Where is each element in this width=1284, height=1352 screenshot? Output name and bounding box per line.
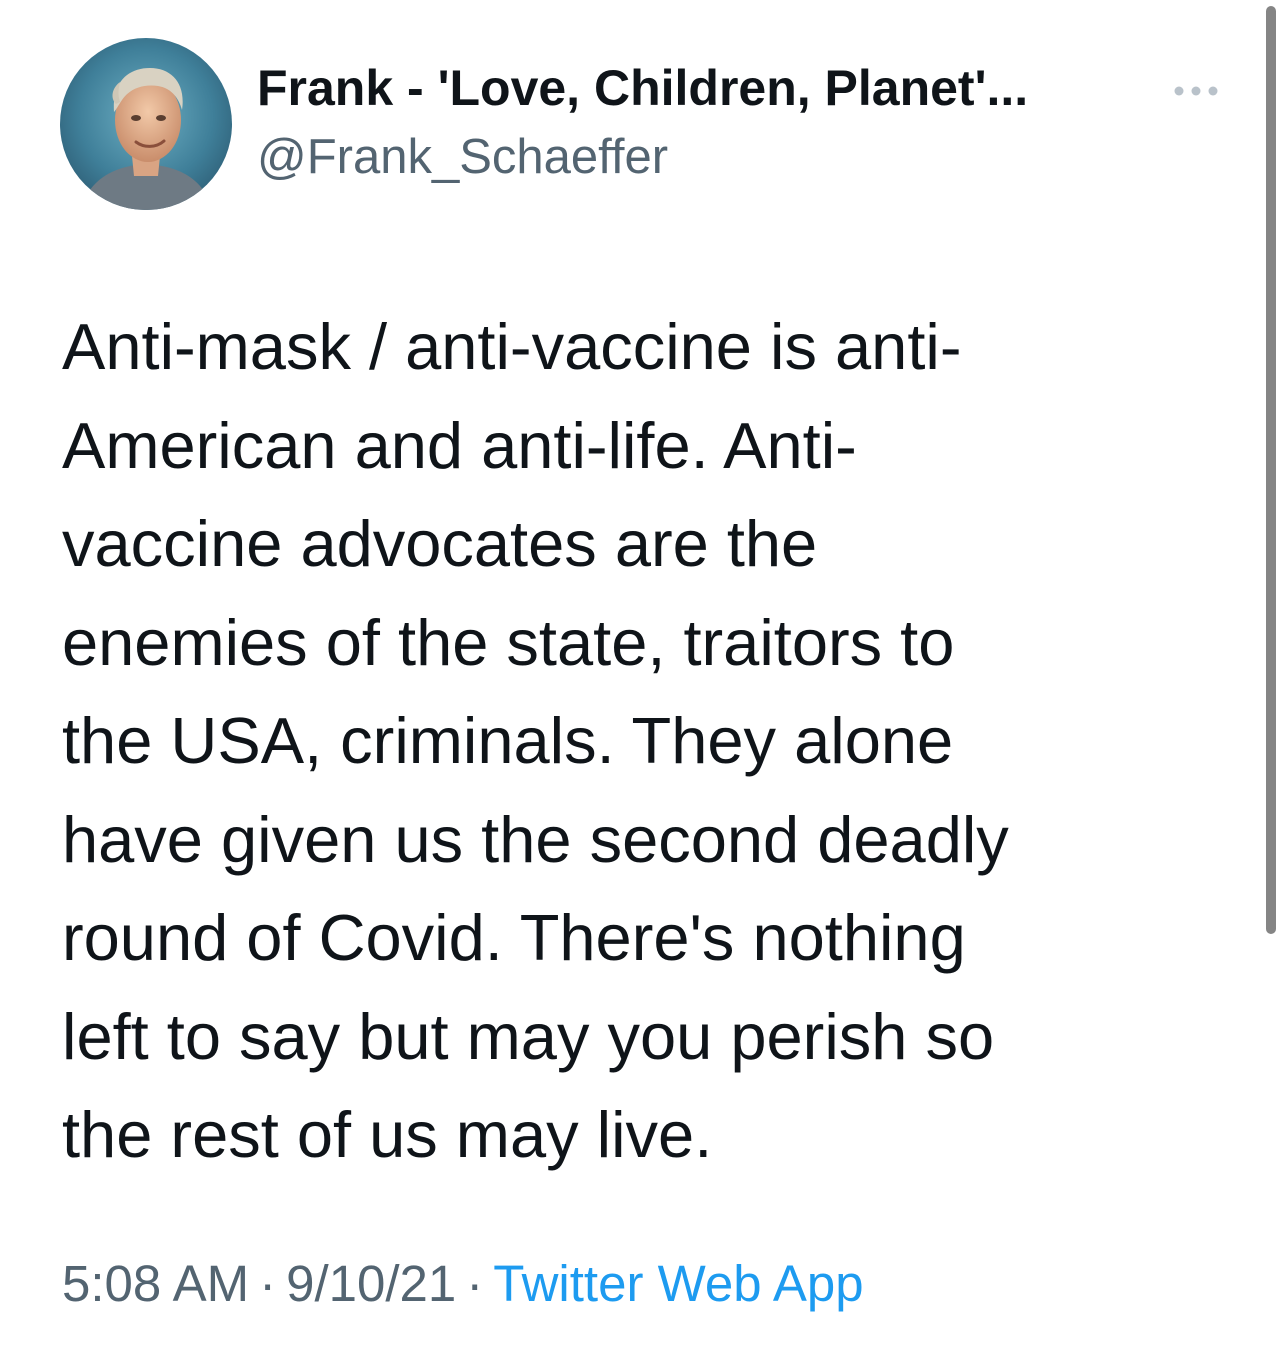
scrollbar[interactable] bbox=[1266, 6, 1276, 934]
avatar-photo bbox=[60, 38, 232, 210]
tweet-source-link[interactable]: Twitter Web App bbox=[493, 1255, 863, 1312]
author-handle[interactable]: @Frank_Schaeffer bbox=[257, 127, 668, 187]
more-options-button[interactable] bbox=[1168, 76, 1224, 106]
avatar[interactable] bbox=[60, 38, 232, 210]
tweet-metadata: 5:08 AM · 9/10/21 · Twitter Web App bbox=[62, 1252, 864, 1316]
tweet-time[interactable]: 5:08 AM bbox=[62, 1255, 249, 1312]
tweet-date[interactable]: 9/10/21 bbox=[286, 1255, 456, 1312]
more-horizontal-icon bbox=[1174, 86, 1218, 96]
meta-separator: · bbox=[259, 1255, 277, 1312]
tweet-text: Anti-mask / anti-vaccine is anti- Americ… bbox=[62, 310, 1009, 1171]
meta-separator: · bbox=[466, 1255, 484, 1312]
author-display-name[interactable]: Frank - 'Love, Children, Planet'... bbox=[257, 58, 1028, 118]
